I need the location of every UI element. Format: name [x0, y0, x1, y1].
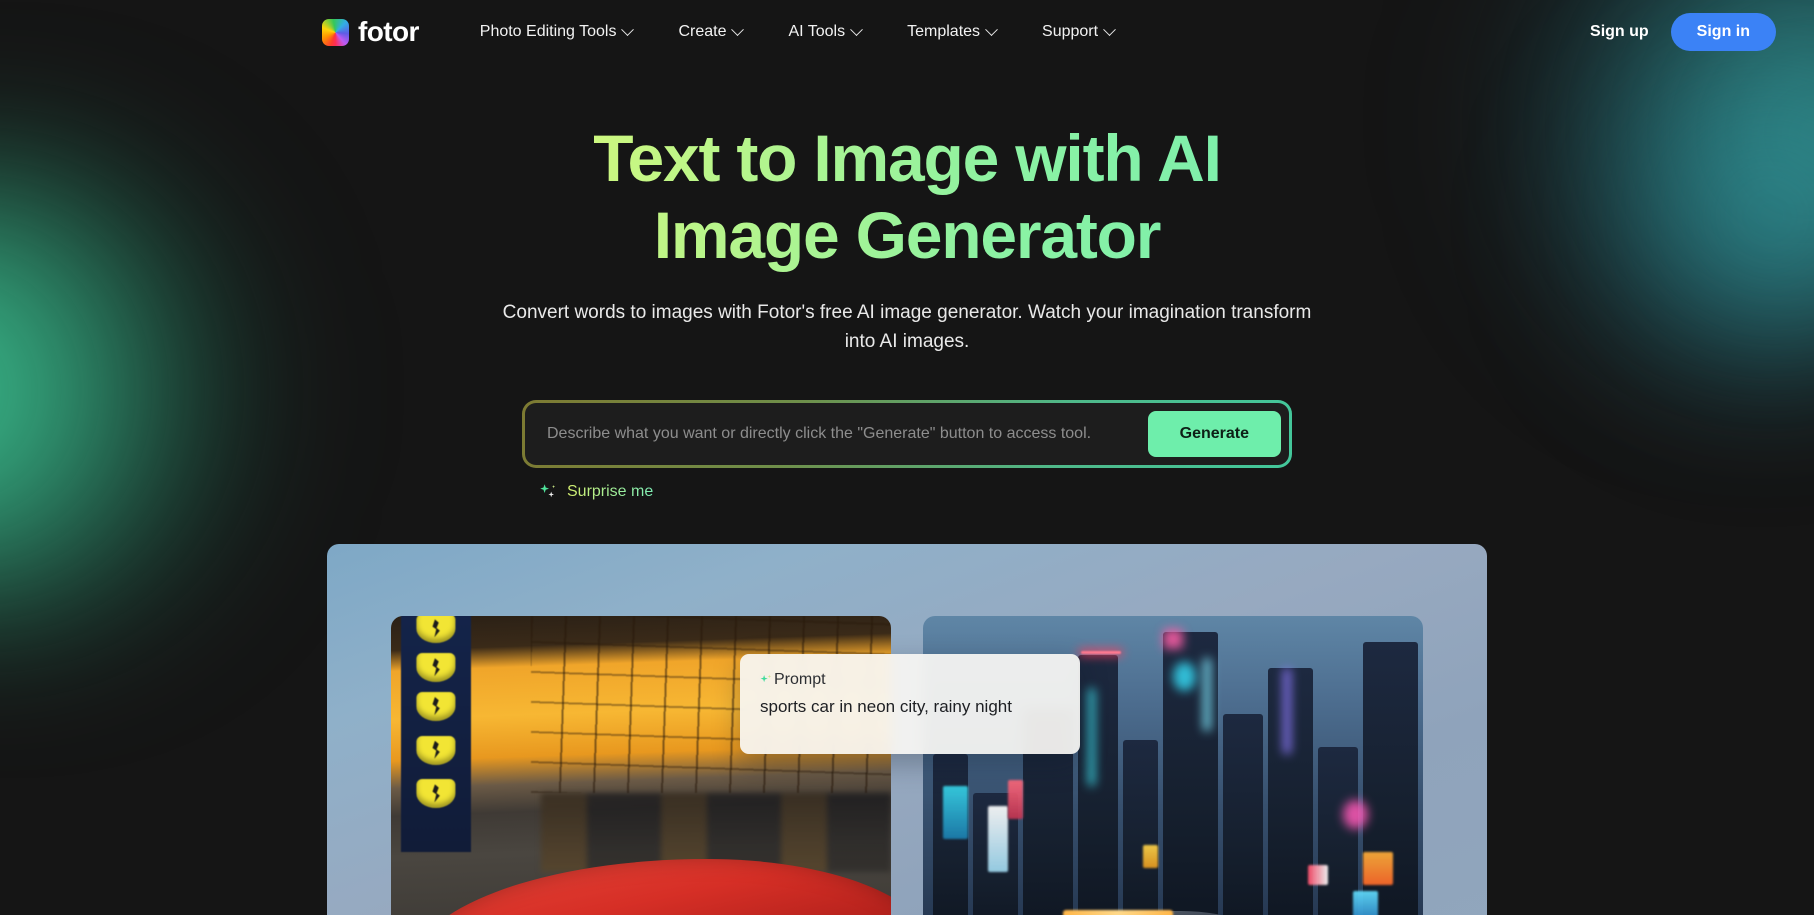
- nav-item-support[interactable]: Support: [1019, 15, 1137, 49]
- crest-icon: [416, 735, 456, 765]
- surprise-me-row: Surprise me: [522, 482, 1292, 502]
- neon-spire-pink: [1163, 628, 1183, 649]
- page-title-line-2: Image Generator: [653, 197, 1161, 272]
- brand-name: fotor: [358, 16, 419, 47]
- sign-up-link[interactable]: Sign up: [1590, 23, 1649, 41]
- crest-icon: [416, 652, 456, 683]
- dealership-banner: [401, 615, 471, 853]
- chevron-down-icon: [731, 22, 745, 36]
- city-billboard: [1143, 845, 1158, 869]
- page-title: Text to Image with AI Image Generator: [527, 120, 1287, 273]
- neon-ring-cyan: [1173, 661, 1196, 692]
- city-billboard: [988, 806, 1008, 872]
- nav-item-label: Templates: [907, 23, 981, 40]
- page-title-line-1: Text to Image with AI: [593, 121, 1221, 195]
- city-tower: [1268, 668, 1313, 915]
- city-tower: [1318, 747, 1358, 915]
- prompt-tooltip-label: Prompt: [774, 670, 826, 688]
- prompt-input[interactable]: [543, 402, 1138, 465]
- page-root: fotor Photo Editing Tools Create AI Tool…: [0, 0, 1814, 915]
- surprise-me-link[interactable]: Surprise me: [538, 482, 653, 502]
- city-billboard: [1008, 779, 1023, 820]
- crest-icon: [416, 615, 456, 644]
- primary-navigation: Photo Editing Tools Create AI Tools Temp…: [457, 15, 1590, 49]
- nav-item-label: Photo Editing Tools: [479, 23, 617, 40]
- nav-item-label: Support: [1042, 23, 1099, 40]
- prompt-bar: Generate: [525, 402, 1289, 465]
- image-showcase-panel: Prompt sports car in neon city, rainy ni…: [327, 543, 1487, 915]
- hero-subtitle: Convert words to images with Fotor's fre…: [502, 302, 1312, 352]
- neon-strip-violet: [1283, 668, 1291, 754]
- generate-button[interactable]: Generate: [1147, 410, 1281, 457]
- neon-strip-cyan: [1203, 658, 1211, 731]
- crest-icon: [416, 779, 456, 809]
- chevron-down-icon: [1103, 22, 1116, 36]
- city-billboard: [1308, 865, 1328, 885]
- nav-item-templates[interactable]: Templates: [884, 15, 1019, 49]
- header-actions: Sign up Sign in: [1590, 13, 1776, 51]
- neon-strip-cyan: [1088, 688, 1095, 787]
- brand-logo[interactable]: fotor: [322, 18, 419, 46]
- prompt-bar-container: Generate: [522, 399, 1292, 468]
- chevron-down-icon: [850, 22, 863, 36]
- crest-icon: [416, 691, 456, 721]
- city-tower: [1223, 714, 1263, 915]
- nav-item-photo-editing-tools[interactable]: Photo Editing Tools: [457, 15, 656, 49]
- chevron-down-icon: [985, 22, 998, 36]
- chevron-down-icon: [621, 22, 635, 36]
- neon-sign-red-core: [1080, 650, 1121, 654]
- prompt-tooltip-card: Prompt sports car in neon city, rainy ni…: [740, 653, 1080, 754]
- nav-item-label: AI Tools: [788, 23, 846, 40]
- city-billboard: [1353, 891, 1378, 915]
- prompt-tooltip-header: Prompt: [760, 671, 1060, 689]
- site-header: fotor Photo Editing Tools Create AI Tool…: [0, 0, 1814, 64]
- neon-orb-magenta: [1343, 799, 1368, 830]
- city-tower: [1123, 740, 1158, 915]
- fotor-color-wheel-logo-icon: [322, 18, 349, 46]
- sign-in-button[interactable]: Sign in: [1670, 13, 1776, 51]
- nav-item-create[interactable]: Create: [655, 15, 765, 49]
- city-car-lightbar: [1063, 910, 1173, 915]
- city-tower: [1078, 655, 1118, 915]
- nav-item-ai-tools[interactable]: AI Tools: [765, 15, 884, 49]
- sparkles-icon: [540, 484, 556, 498]
- city-billboard: [943, 786, 968, 839]
- nav-item-label: Create: [678, 23, 727, 40]
- surprise-me-label: Surprise me: [567, 482, 654, 500]
- city-billboard: [1363, 852, 1393, 885]
- prompt-tooltip-text: sports car in neon city, rainy night: [760, 696, 1012, 716]
- sparkles-icon: [760, 674, 772, 683]
- hero-section: Text to Image with AI Image Generator Co…: [0, 64, 1814, 502]
